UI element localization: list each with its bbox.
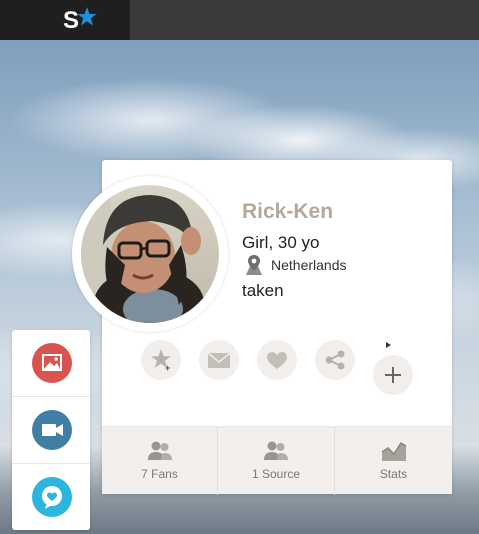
dock-divider	[12, 396, 90, 397]
image-icon	[42, 354, 62, 371]
like-button[interactable]	[257, 340, 297, 380]
media-dock	[12, 330, 90, 530]
site-logo-icon[interactable]: S	[63, 3, 97, 35]
source-icon	[264, 441, 288, 460]
favorite-button[interactable]: +	[141, 340, 181, 380]
more-options-arrow-icon[interactable]	[386, 342, 391, 348]
top-bar: S	[0, 0, 479, 40]
svg-text:S: S	[63, 7, 79, 34]
stats-icon	[381, 441, 406, 461]
source-stat[interactable]: 1 Source	[218, 427, 334, 495]
chat-button[interactable]	[32, 477, 72, 517]
video-camera-icon	[42, 424, 63, 436]
source-count-label: 1 Source	[251, 467, 301, 481]
logo-container[interactable]: S	[0, 0, 130, 40]
plus-icon	[385, 367, 401, 383]
profile-gender-age: Girl, 30 yo	[242, 233, 320, 252]
avatar[interactable]	[81, 185, 219, 323]
map-pin-icon	[246, 255, 262, 275]
profile-location: Netherlands	[271, 257, 347, 273]
fans-count-label: 7 Fans	[141, 467, 178, 481]
stats-stat[interactable]: Stats	[335, 427, 452, 495]
star-add-icon: +	[151, 349, 171, 373]
envelope-icon	[207, 352, 231, 368]
fans-stat[interactable]: 7 Fans	[102, 427, 217, 495]
heart-icon	[267, 352, 287, 369]
profile-stats-bar: 7 Fans 1 Source Stats	[102, 426, 452, 495]
avatar-photo	[81, 185, 219, 323]
add-button[interactable]	[373, 355, 413, 395]
share-icon	[325, 350, 345, 370]
videos-button[interactable]	[32, 410, 72, 450]
message-button[interactable]	[199, 340, 239, 380]
stats-label: Stats	[379, 467, 408, 481]
chat-heart-icon	[42, 486, 62, 509]
fans-icon	[147, 441, 172, 460]
share-button[interactable]	[315, 340, 355, 380]
profile-name: Rick-Ken	[242, 200, 334, 223]
dock-divider	[12, 463, 90, 464]
svg-text:+: +	[165, 363, 170, 373]
profile-relationship-status: taken	[242, 281, 284, 300]
photos-button[interactable]	[32, 343, 72, 383]
